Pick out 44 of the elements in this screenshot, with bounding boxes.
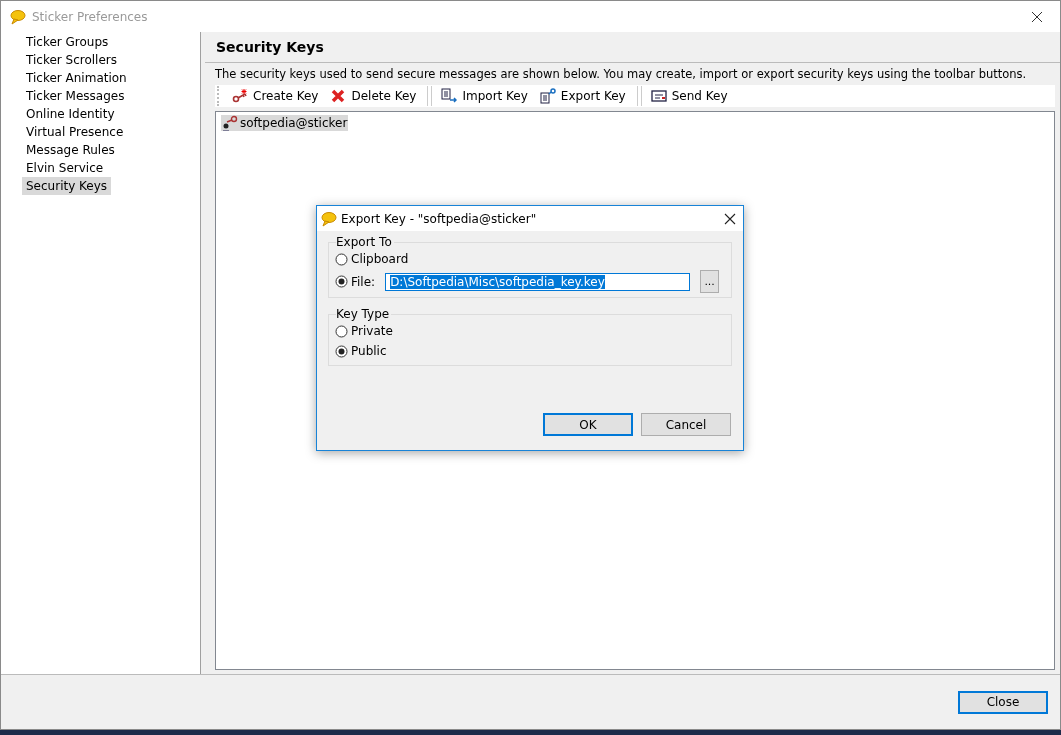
- key-icon: [232, 88, 248, 104]
- app-logo-icon: [10, 8, 26, 25]
- radio-option[interactable]: Private: [335, 321, 393, 341]
- sidebar-item[interactable]: Message Rules: [22, 141, 119, 159]
- group-legend: Key Type: [336, 307, 392, 321]
- delete-icon: [330, 88, 347, 104]
- toolbar-button[interactable]: Import Key: [438, 86, 531, 106]
- radio-option[interactable]: File:: [335, 271, 376, 292]
- app-logo-icon: [321, 210, 337, 227]
- sidebar-item[interactable]: Elvin Service: [22, 159, 108, 177]
- sidebar-item[interactable]: Security Keys: [22, 177, 112, 195]
- sidebar-item[interactable]: Online Identity: [22, 105, 119, 123]
- sidebar-item[interactable]: Ticker Groups: [22, 33, 113, 51]
- key-name: softpedia@sticker: [240, 116, 348, 130]
- toolbar-button[interactable]: Export Key: [536, 86, 629, 106]
- radio-option[interactable]: Public: [335, 341, 387, 361]
- radio-button[interactable]: [335, 252, 348, 266]
- toolbar-button[interactable]: Send Key: [647, 86, 731, 106]
- import-icon: [441, 88, 458, 104]
- radio-option[interactable]: Clipboard: [335, 249, 409, 269]
- user-key-icon: [222, 115, 238, 131]
- file-path-field[interactable]: D:\Softpedia\Misc\softpedia_key.key: [385, 272, 691, 291]
- sidebar-item[interactable]: Virtual Presence: [22, 123, 128, 141]
- key-list-item[interactable]: softpedia@sticker: [221, 115, 349, 131]
- toolbar-button[interactable]: Create Key: [229, 86, 322, 106]
- group-legend: Export To: [336, 235, 394, 249]
- panel-title: Security Keys: [216, 39, 324, 55]
- sidebar-item[interactable]: Ticker Animation: [22, 69, 131, 87]
- dialog-button[interactable]: Cancel: [641, 413, 731, 436]
- close-button[interactable]: Close: [958, 690, 1048, 714]
- close-icon[interactable]: [723, 211, 737, 226]
- dialog-title: Export Key - "softpedia@sticker": [341, 211, 537, 226]
- sidebar-item[interactable]: Ticker Messages: [22, 87, 129, 105]
- radio-button[interactable]: [335, 275, 348, 288]
- window-title: Sticker Preferences: [32, 9, 148, 24]
- description-text: The security keys used to send secure messages are shown below. You may create, import or export security keys using the toolbar buttons.: [215, 67, 1028, 81]
- radio-button[interactable]: [335, 324, 348, 338]
- radio-button[interactable]: [335, 344, 348, 358]
- dialog-button[interactable]: OK: [543, 413, 633, 436]
- sidebar-item[interactable]: Ticker Scrollers: [22, 51, 121, 69]
- send-icon: [650, 88, 667, 104]
- browse-button[interactable]: ...: [700, 270, 720, 293]
- export-icon: [539, 88, 556, 104]
- toolbar-button[interactable]: Delete Key: [327, 86, 420, 106]
